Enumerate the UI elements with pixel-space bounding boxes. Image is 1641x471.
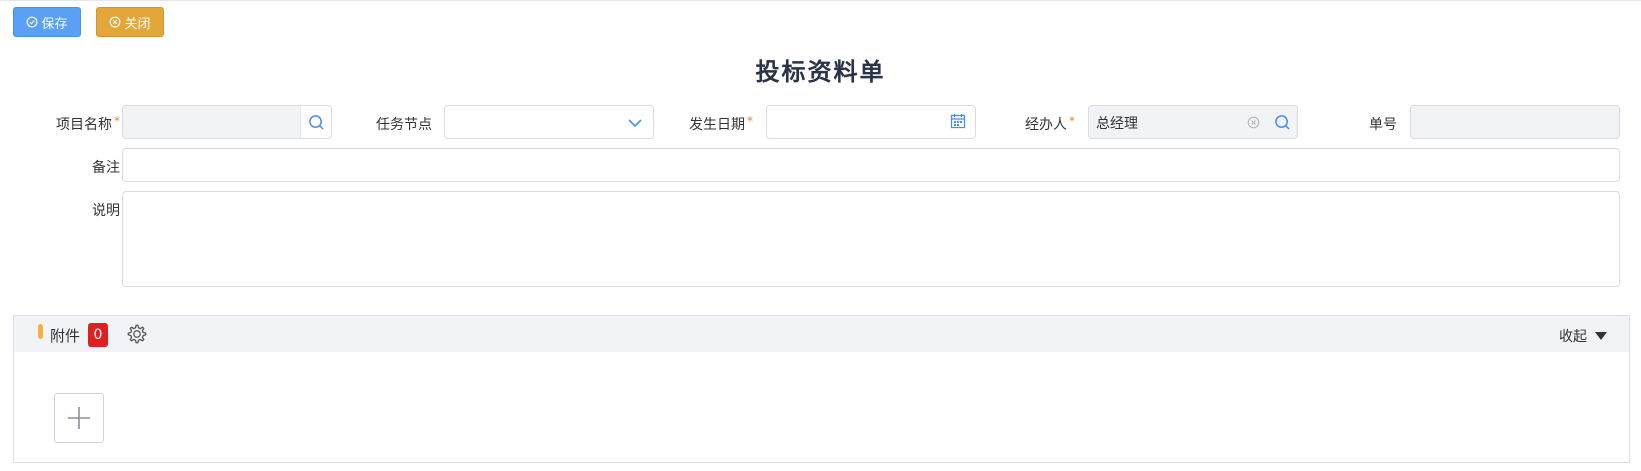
save-button-label: 保存 (41, 16, 68, 32)
doc-no-label: 单号 (1369, 117, 1397, 133)
collapse-label: 收起 (1559, 329, 1587, 345)
page-title: 投标资料单 (755, 58, 886, 86)
clear-button[interactable] (1245, 114, 1261, 130)
task-node-select[interactable] (444, 105, 654, 139)
caret-down-icon (1595, 332, 1607, 340)
handler-value: 总经理 (1096, 116, 1138, 132)
gear-icon[interactable] (126, 323, 148, 345)
attachments-panel: 附件 0 收起 (13, 315, 1630, 463)
attachments-header: 附件 0 收起 (14, 316, 1629, 352)
task-node-label: 任务节点 (376, 117, 432, 133)
save-button[interactable]: 保存 (13, 7, 81, 37)
occur-date-label: 发生日期 * (689, 114, 753, 133)
description-textarea[interactable] (122, 191, 1620, 287)
project-name-field[interactable] (122, 105, 332, 139)
accent-bar (38, 324, 43, 339)
plus-icon (68, 407, 90, 429)
handler-label: 经办人 * (1025, 114, 1075, 133)
description-label: 说明 (92, 203, 120, 219)
clear-circle-icon (1247, 116, 1259, 128)
close-circle-icon (110, 16, 121, 28)
doc-no-field (1410, 105, 1620, 139)
attachment-count-badge: 0 (88, 323, 108, 347)
occur-date-field[interactable] (766, 105, 976, 139)
project-name-label: 项目名称 * (56, 114, 120, 133)
add-attachment-button[interactable] (54, 393, 104, 443)
close-button[interactable]: 关闭 (96, 7, 164, 37)
top-divider (0, 0, 1641, 1)
attachments-title: 附件 (50, 327, 81, 345)
collapse-toggle[interactable]: 收起 (1559, 326, 1609, 346)
remark-label: 备注 (92, 160, 120, 176)
close-button-label: 关闭 (124, 16, 151, 32)
handler-field[interactable]: 总经理 (1088, 105, 1298, 139)
remark-field[interactable] (122, 148, 1620, 182)
check-circle-icon (27, 16, 38, 28)
